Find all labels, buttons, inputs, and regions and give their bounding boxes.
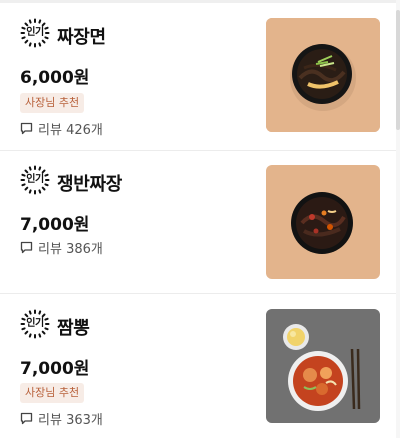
- menu-name: 쟁반짜장: [57, 174, 123, 195]
- menu-name: 짜장면: [57, 27, 106, 48]
- menu-item-jjajangmyeon[interactable]: 인기 짜장면 6,000원 사장님 추천 리뷰 426개: [0, 3, 400, 147]
- owner-recommend-tag: 사장님 추천: [20, 93, 85, 113]
- jjamppong-photo[interactable]: [266, 309, 380, 423]
- comment-icon: [20, 241, 33, 254]
- comment-icon: [20, 412, 33, 425]
- menu-item-jaengban-jjajang[interactable]: 인기 쟁반짜장 7,000원 리뷰 386개: [0, 151, 400, 295]
- menu-price: 6,000원: [20, 68, 90, 88]
- badge-label: 인기: [26, 318, 44, 329]
- review-label: 리뷰: [38, 242, 62, 257]
- popular-badge: 인기: [20, 165, 50, 195]
- badge-label: 인기: [26, 27, 44, 38]
- menu-price: 7,000원: [20, 215, 90, 235]
- jaengban-jjajang-image: [266, 165, 380, 279]
- jjajangmyeon-photo[interactable]: [266, 18, 380, 132]
- scrollbar[interactable]: [396, 0, 400, 438]
- review-count: 363개: [66, 413, 103, 428]
- review-count: 386개: [66, 242, 103, 257]
- review-label: 리뷰: [38, 413, 62, 428]
- jjajangmyeon-image: [266, 18, 380, 132]
- review-count: 426개: [66, 123, 103, 138]
- menu-item-jjamppong[interactable]: 인기 짬뽕 7,000원 사장님 추천 리뷰 363개: [0, 294, 400, 438]
- jaengban-jjajang-photo[interactable]: [266, 165, 380, 279]
- popular-badge: 인기: [20, 309, 50, 339]
- owner-recommend-tag: 사장님 추천: [20, 383, 85, 403]
- review-summary: 리뷰 363개: [20, 409, 103, 428]
- badge-label: 인기: [26, 174, 44, 185]
- comment-icon: [20, 122, 33, 135]
- menu-name: 짬뽕: [57, 318, 90, 339]
- review-summary: 리뷰 426개: [20, 119, 103, 138]
- review-summary: 리뷰 386개: [20, 238, 103, 257]
- menu-price: 7,000원: [20, 359, 90, 379]
- popular-badge: 인기: [20, 18, 50, 48]
- jjamppong-image: [266, 309, 380, 423]
- review-label: 리뷰: [38, 123, 62, 138]
- scrollbar-thumb[interactable]: [396, 10, 400, 130]
